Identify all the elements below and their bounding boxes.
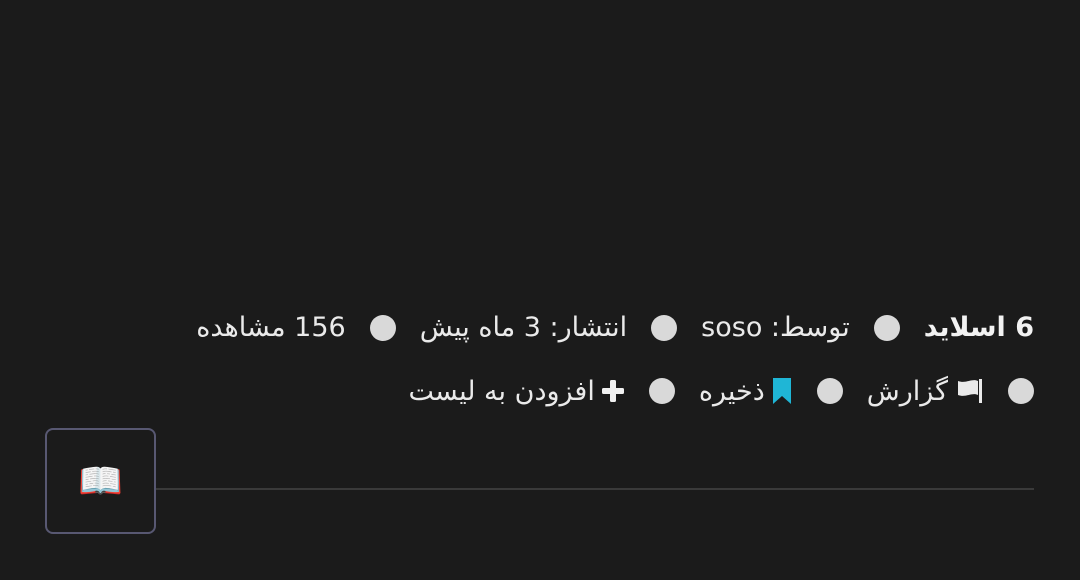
- post-actions-row: گزارش ذخیره افزودن به لیست: [409, 377, 1034, 405]
- plus-icon: [601, 379, 625, 403]
- separator-dot: [816, 378, 843, 404]
- open-book-icon: 📖: [78, 461, 123, 502]
- view-count: 156 مشاهده: [196, 312, 346, 343]
- separator-dot: [1008, 378, 1034, 404]
- separator-dot: [369, 314, 396, 341]
- author-label[interactable]: توسط: soso: [701, 314, 850, 341]
- publish-date: انتشار: 3 ماه پیش: [419, 312, 628, 343]
- bookmark-icon: [771, 377, 793, 405]
- add-to-list-button[interactable]: افزودن به لیست: [409, 378, 625, 405]
- section-divider: [156, 488, 1034, 490]
- separator-dot: [873, 314, 900, 341]
- save-button[interactable]: ذخیره: [699, 377, 793, 405]
- separator-dot: [651, 314, 678, 341]
- separator-dot: [648, 378, 675, 404]
- flag-icon: [954, 378, 984, 404]
- post-meta-row: 6 اسلاید توسط: soso انتشار: 3 ماه پیش 15…: [196, 314, 1034, 341]
- report-button[interactable]: گزارش: [867, 378, 984, 405]
- slide-count: 6 اسلاید: [923, 312, 1034, 343]
- slideshow-thumbnail[interactable]: 📖: [45, 428, 156, 534]
